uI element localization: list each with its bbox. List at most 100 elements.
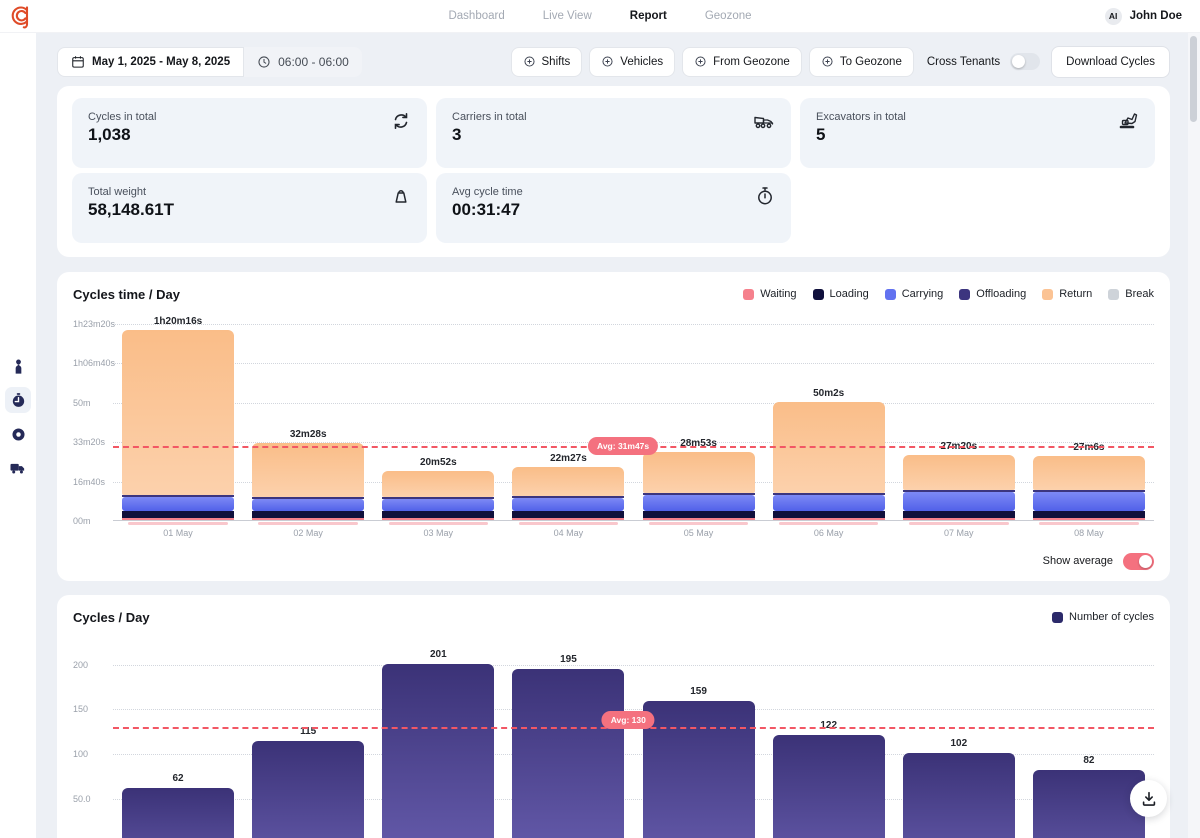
bar-under-shadow	[909, 522, 1008, 525]
legend-swatch	[743, 289, 754, 300]
legend-item-number-of-cycles[interactable]: Number of cycles	[1052, 611, 1154, 623]
bar-segment-carrying[interactable]	[903, 492, 1015, 511]
bar-segment-loading[interactable]	[1033, 511, 1145, 518]
bar-segment-carrying[interactable]	[122, 497, 234, 511]
bar-segment-carrying[interactable]	[1033, 492, 1145, 511]
x-tick-label: 08 May	[1024, 528, 1154, 538]
cycles-bar[interactable]	[643, 701, 755, 838]
chart-title: Cycles / Day	[73, 610, 150, 625]
nav-dashboard[interactable]: Dashboard	[448, 10, 504, 22]
bar-segment-return[interactable]	[252, 443, 364, 497]
y-tick-label: 100	[73, 749, 111, 759]
bar-segment-loading[interactable]	[252, 511, 364, 518]
bar-segment-loading[interactable]	[122, 511, 234, 518]
bar-segment-carrying[interactable]	[643, 495, 755, 511]
legend-item-offloading[interactable]: Offloading	[959, 288, 1026, 300]
gridline	[113, 363, 1154, 364]
stopwatch-icon	[10, 392, 27, 409]
add-vehicles-filter-button[interactable]: Vehicles	[589, 47, 675, 77]
sidebar-item-vehicles[interactable]	[5, 455, 31, 481]
y-tick-label: 16m40s	[73, 477, 111, 487]
legend-label: Waiting	[760, 288, 796, 300]
scrollbar-thumb[interactable]	[1190, 36, 1197, 122]
show-average-label: Show average	[1043, 555, 1113, 567]
cycles-bar[interactable]	[382, 664, 494, 838]
legend-label: Return	[1059, 288, 1092, 300]
bar-segment-carrying[interactable]	[773, 495, 885, 511]
cross-tenants-toggle[interactable]	[1010, 53, 1040, 70]
scrollbar-track[interactable]	[1188, 33, 1200, 838]
show-average-toggle[interactable]	[1123, 553, 1154, 570]
bar-segment-waiting[interactable]	[903, 518, 1015, 520]
bar-under-shadow	[128, 522, 227, 525]
user-menu[interactable]: John Doe	[1130, 10, 1182, 22]
bar-segment-return[interactable]	[122, 330, 234, 495]
bar-segment-loading[interactable]	[643, 511, 755, 518]
date-range-picker[interactable]: May 1, 2025 - May 8, 2025	[57, 47, 244, 77]
add-shifts-filter-button[interactable]: Shifts	[511, 47, 583, 77]
bar-segment-loading[interactable]	[773, 511, 885, 518]
time-range-picker[interactable]: 06:00 - 06:00	[244, 47, 362, 77]
bar-segment-loading[interactable]	[382, 511, 494, 518]
bar-segment-loading[interactable]	[903, 511, 1015, 518]
legend-swatch	[1108, 289, 1119, 300]
legend-item-carrying[interactable]: Carrying	[885, 288, 944, 300]
add-from-geozone-filter-button[interactable]: From Geozone	[682, 47, 802, 77]
left-icon-rail	[0, 33, 36, 838]
bar-segment-waiting[interactable]	[643, 518, 755, 520]
chart-legend: Number of cycles	[1052, 611, 1154, 623]
bar-segment-offloading[interactable]	[122, 495, 234, 497]
bar-segment-offloading[interactable]	[512, 496, 624, 498]
legend-item-break[interactable]: Break	[1108, 288, 1154, 300]
sidebar-item-operator[interactable]	[5, 353, 31, 379]
bar-segment-carrying[interactable]	[512, 498, 624, 511]
bar-segment-return[interactable]	[512, 467, 624, 496]
bar-segment-offloading[interactable]	[1033, 490, 1145, 492]
stat-card-carriers-total: Carriers in total 3	[436, 98, 791, 168]
bar-segment-waiting[interactable]	[512, 518, 624, 520]
legend-item-waiting[interactable]: Waiting	[743, 288, 796, 300]
ai-badge[interactable]: AI	[1105, 8, 1122, 25]
stat-value: 00:31:47	[452, 200, 775, 220]
bar-segment-offloading[interactable]	[903, 490, 1015, 492]
bar-segment-loading[interactable]	[512, 511, 624, 518]
stat-card-total-weight: Total weight 58,148.61T	[72, 173, 427, 243]
cycles-bar[interactable]	[1033, 770, 1145, 838]
cycles-time-chart-panel: Cycles time / Day WaitingLoadingCarrying…	[57, 272, 1170, 581]
legend-item-return[interactable]: Return	[1042, 288, 1092, 300]
nav-report[interactable]: Report	[630, 10, 667, 22]
sidebar-item-cycle-times[interactable]	[5, 387, 31, 413]
download-chart-button[interactable]	[1130, 780, 1167, 817]
bar-segment-return[interactable]	[903, 455, 1015, 490]
top-nav: Dashboard Live View Report Geozone	[0, 10, 1200, 22]
add-to-geozone-filter-button[interactable]: To Geozone	[809, 47, 914, 77]
bar-segment-waiting[interactable]	[382, 518, 494, 520]
bar-segment-waiting[interactable]	[122, 518, 234, 520]
bar-segment-carrying[interactable]	[382, 499, 494, 511]
legend-item-loading[interactable]: Loading	[813, 288, 869, 300]
bar-segment-offloading[interactable]	[252, 497, 364, 499]
sidebar-item-geozone[interactable]	[5, 421, 31, 447]
cycles-time-plot: 1h23m20s1h06m40s50m33m20s16m40s00m1h20m1…	[113, 324, 1154, 521]
bar-segment-offloading[interactable]	[643, 493, 755, 495]
bar-under-shadow	[649, 522, 748, 525]
bar-segment-waiting[interactable]	[1033, 518, 1145, 520]
bar-segment-waiting[interactable]	[773, 518, 885, 520]
bar-segment-return[interactable]	[643, 452, 755, 493]
bar-segment-return[interactable]	[1033, 456, 1145, 490]
bar-under-shadow	[1039, 522, 1138, 525]
bar-segment-carrying[interactable]	[252, 499, 364, 511]
bar-segment-waiting[interactable]	[252, 518, 364, 520]
cycles-bar[interactable]	[903, 753, 1015, 838]
nav-live-view[interactable]: Live View	[543, 10, 592, 22]
download-cycles-button[interactable]: Download Cycles	[1051, 46, 1170, 78]
nav-geozone[interactable]: Geozone	[705, 10, 752, 22]
bar-segment-return[interactable]	[382, 471, 494, 497]
cycles-bar[interactable]	[252, 741, 364, 838]
bar-segment-offloading[interactable]	[382, 497, 494, 499]
cycles-bar[interactable]	[512, 669, 624, 838]
bar-value-label: 201	[372, 649, 505, 660]
cycles-bar[interactable]	[773, 735, 885, 838]
cycles-bar[interactable]	[122, 788, 234, 838]
bar-segment-offloading[interactable]	[773, 493, 885, 495]
